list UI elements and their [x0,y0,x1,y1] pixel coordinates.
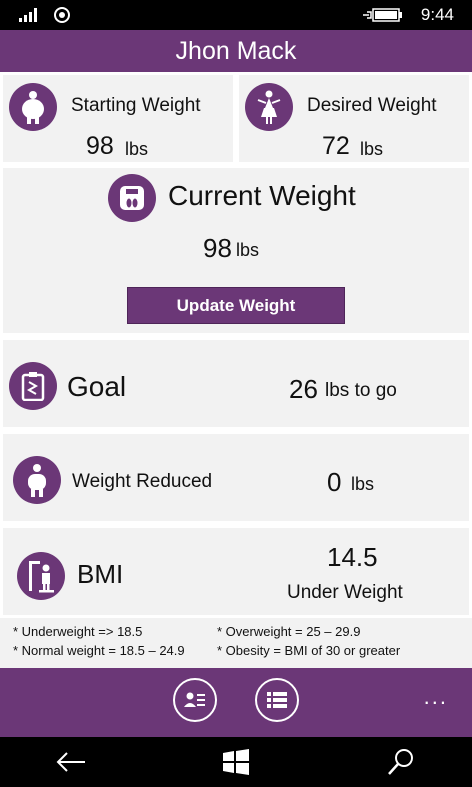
windows-icon[interactable] [219,746,253,778]
note-normal: * Normal weight = 18.5 – 24.9 [13,643,185,658]
page-title-bar: Jhon Mack [0,30,472,72]
bmi-card: BMI 14.5 Under Weight [3,528,469,615]
current-weight-unit: lbs [236,240,260,260]
more-options-button[interactable]: ... [424,684,448,710]
goal-value: 26 [289,374,318,404]
status-bar: 9:44 [0,0,472,30]
note-obesity: * Obesity = BMI of 30 or greater [217,643,401,658]
desired-weight-card: Desired Weight 72 lbs [239,75,469,162]
desired-weight-unit: lbs [360,139,384,159]
weight-reduced-value: 0 [327,467,342,497]
scale-icon [108,174,156,222]
note-overweight: * Overweight = 25 – 29.9 [217,624,361,639]
bmi-reference-notes: * Underweight => 18.5 * Normal weight = … [0,618,472,668]
current-weight-label: Current Weight [168,180,356,211]
starting-weight-unit: lbs [125,139,149,159]
update-weight-button[interactable]: Update Weight [127,287,345,324]
starting-weight-card: Starting Weight 98 lbs [3,75,233,162]
starting-weight-label: Starting Weight [71,95,201,116]
system-nav-bar [0,737,472,787]
body-icon [13,456,61,504]
current-weight-card: Current Weight 98 lbs Update Weight [3,168,469,333]
battery-icon [363,8,402,22]
page-title: Jhon Mack [175,36,297,65]
goal-unit: lbs to go [325,380,397,401]
weight-reduced-label: Weight Reduced [72,471,213,492]
note-underweight: * Underweight => 18.5 [13,624,143,639]
bmi-category: Under Weight [287,582,403,603]
dashboard: Starting Weight 98 lbs Desired Weight 72… [0,72,472,668]
desired-weight-value: 72 [322,132,350,160]
slim-person-icon [245,83,293,131]
weight-reduced-unit: lbs [351,474,375,494]
profile-card-icon[interactable] [173,678,217,722]
bmi-scale-icon [17,552,65,600]
bmi-label: BMI [77,559,124,589]
desired-weight-label: Desired Weight [307,95,437,116]
back-arrow-icon[interactable] [54,746,88,778]
starting-weight-value: 98 [86,132,114,160]
signal-icon [19,8,37,22]
list-icon[interactable] [255,678,299,722]
search-icon[interactable] [384,746,418,778]
bmi-value: 14.5 [327,542,378,572]
goal-label: Goal [67,371,127,402]
wifi-icon [54,7,70,23]
status-time: 9:44 [420,5,454,24]
current-weight-value: 98 [203,233,232,263]
goal-card: Goal 26 lbs to go [3,340,469,427]
weight-reduced-card: Weight Reduced 0 lbs [3,434,469,521]
app-bar: ... [0,668,472,737]
clipboard-icon [9,362,57,410]
heavy-person-icon [9,83,57,131]
